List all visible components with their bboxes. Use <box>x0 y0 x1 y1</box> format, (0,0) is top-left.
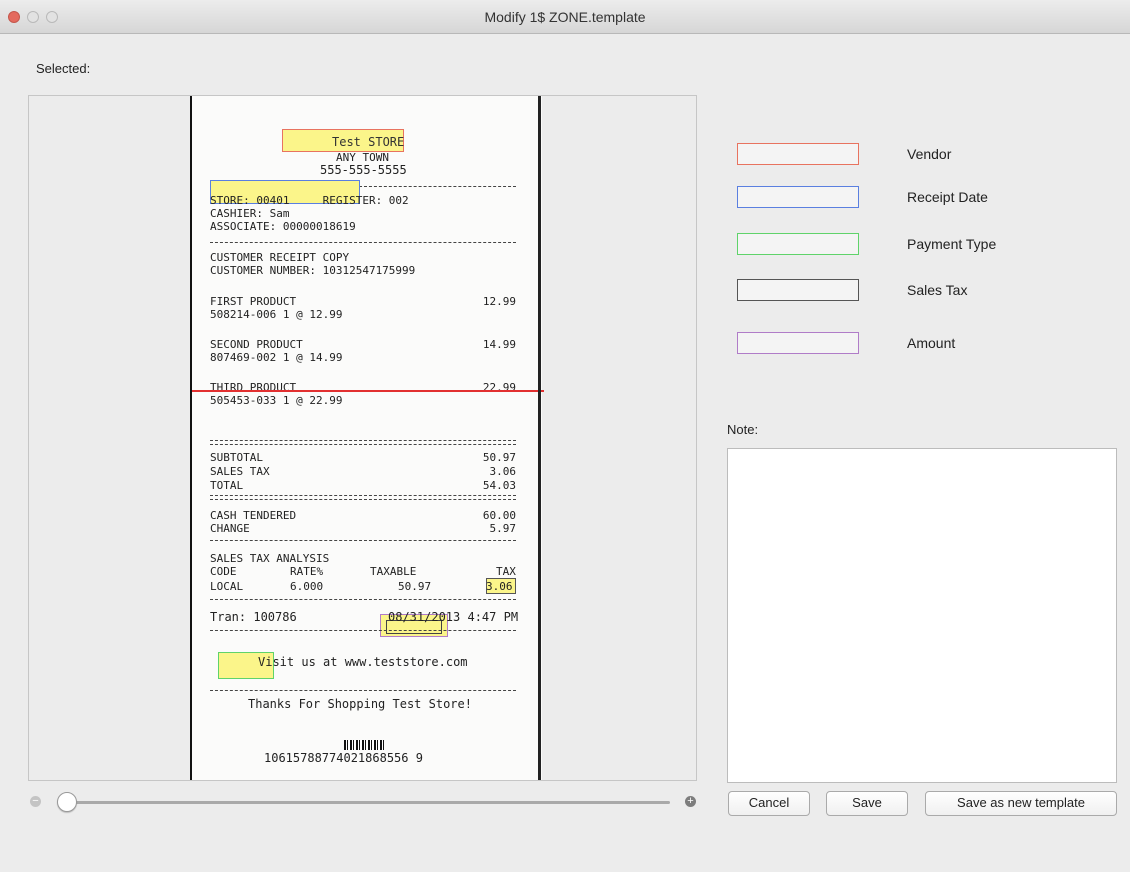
subtotal-label: SUBTOTAL <box>210 451 263 464</box>
receipt-phone: 555-555-5555 <box>320 163 407 177</box>
tax-row-tax: 3.06 <box>486 580 513 593</box>
tran-number: Tran: 100786 <box>210 610 297 624</box>
change-value: 5.97 <box>489 522 517 535</box>
item-price: 22.99 <box>482 381 516 394</box>
total-label: TOTAL <box>210 479 244 492</box>
receipt-datetime: 08/31/2013 4:47 PM <box>388 610 519 624</box>
legend-receipt-date-label: Receipt Date <box>907 189 988 205</box>
note-label: Note: <box>727 422 759 437</box>
tax-header-tax: TAX <box>496 565 516 578</box>
sales-tax-value: 3.06 <box>489 465 517 478</box>
tax-header-code: CODE <box>210 565 237 578</box>
cash-value: 60.00 <box>482 509 516 522</box>
receipt-visit: Visit us at www.teststore.com <box>258 655 468 669</box>
receipt-cashier: CASHIER: Sam <box>210 207 290 220</box>
receipt-image-edge <box>538 96 541 780</box>
total-value: 54.03 <box>482 479 516 492</box>
payment-type-color-swatch <box>737 233 859 255</box>
item-price: 12.99 <box>482 295 516 308</box>
receipt-divider <box>210 440 516 445</box>
legend-payment-type-label: Payment Type <box>907 236 997 252</box>
item-name: THIRD PRODUCT <box>210 381 297 394</box>
title-bar: Modify 1$ ZONE.template <box>0 0 1130 34</box>
receipt-divider <box>210 630 516 631</box>
note-textarea[interactable] <box>727 448 1117 783</box>
zoom-out-icon[interactable]: − <box>30 796 41 807</box>
amount-color-swatch <box>737 332 859 354</box>
receipt-date-color-swatch <box>737 186 859 208</box>
receipt-divider <box>210 690 516 691</box>
zoom-slider-track[interactable] <box>58 801 670 804</box>
item-price: 14.99 <box>482 338 516 351</box>
sales-tax-color-swatch <box>737 279 859 301</box>
barcode-image <box>344 740 384 750</box>
tax-row-taxable: 50.97 <box>398 580 432 593</box>
receipt-image-panel[interactable]: Test STORE ANY TOWN 555-555-5555 STORE: … <box>28 95 697 781</box>
tax-row-rate: 6.000 <box>290 580 324 593</box>
receipt-copy: CUSTOMER RECEIPT COPY <box>210 251 350 264</box>
legend-amount-label: Amount <box>907 335 956 351</box>
receipt-store-line: STORE: 00401 REGISTER: 002 <box>210 194 409 207</box>
item-detail: 807469-002 1 @ 14.99 <box>210 351 343 364</box>
receipt-image: Test STORE ANY TOWN 555-555-5555 STORE: … <box>190 96 544 780</box>
subtotal-value: 50.97 <box>482 451 516 464</box>
tax-row-code: LOCAL <box>210 580 244 593</box>
receipt-thanks: Thanks For Shopping Test Store! <box>248 697 472 711</box>
tax-header-taxable: TAXABLE <box>370 565 417 578</box>
legend-sales-tax-label: Sales Tax <box>907 282 968 298</box>
tax-header-rate: RATE% <box>290 565 324 578</box>
save-button[interactable]: Save <box>826 791 908 816</box>
item-detail: 508214-006 1 @ 12.99 <box>210 308 343 321</box>
receipt-associate: ASSOCIATE: 00000018619 <box>210 220 356 233</box>
cancel-button[interactable]: Cancel <box>728 791 810 816</box>
selection-guide-line <box>192 390 544 392</box>
receipt-customer-number: CUSTOMER NUMBER: 10312547175999 <box>210 264 416 277</box>
window-title: Modify 1$ ZONE.template <box>484 9 646 25</box>
vendor-color-swatch <box>737 143 859 165</box>
receipt-divider <box>210 495 516 500</box>
cash-label: CASH TENDERED <box>210 509 297 522</box>
receipt-store-name: Test STORE <box>332 135 405 149</box>
change-label: CHANGE <box>210 522 250 535</box>
receipt-divider <box>210 242 516 243</box>
zoom-slider-knob[interactable] <box>57 792 77 812</box>
zoom-in-icon[interactable]: + <box>685 796 696 807</box>
item-name: SECOND PRODUCT <box>210 338 303 351</box>
tax-analysis-title: SALES TAX ANALYSIS <box>210 552 330 565</box>
item-detail: 505453-033 1 @ 22.99 <box>210 394 343 407</box>
selected-label: Selected: <box>36 61 91 76</box>
barcode-number: 10615788774021868556 9 <box>264 751 423 765</box>
save-as-new-template-button[interactable]: Save as new template <box>925 791 1117 816</box>
sales-tax-label: SALES TAX <box>210 465 270 478</box>
receipt-divider <box>210 540 516 541</box>
legend-vendor-label: Vendor <box>907 146 952 162</box>
receipt-divider <box>210 599 516 600</box>
item-name: FIRST PRODUCT <box>210 295 297 308</box>
